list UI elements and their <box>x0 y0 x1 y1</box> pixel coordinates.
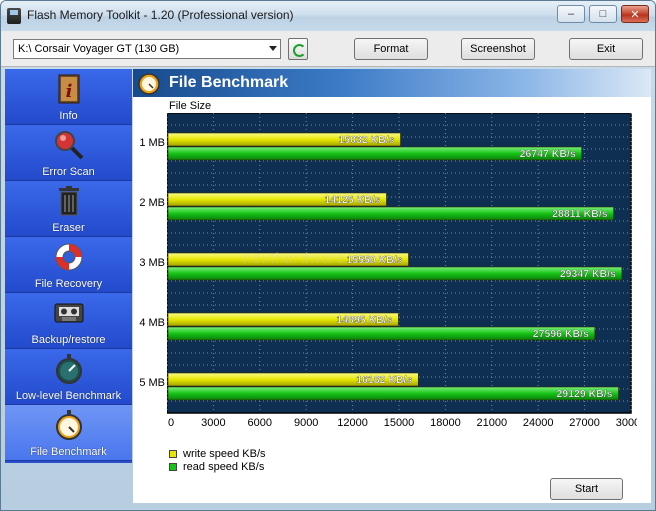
read-speed-label: 29347 KB/s <box>560 268 616 280</box>
sidebar-item-backup-restore[interactable]: Backup/restore <box>5 293 132 349</box>
close-button[interactable]: ✕ <box>621 5 649 23</box>
sidebar-item-label: Low-level Benchmark <box>15 390 122 402</box>
x-tick-label: 15000 <box>384 417 415 429</box>
write-speed-label: 15032 KB/s <box>338 134 394 146</box>
x-tick-label: 24000 <box>523 417 554 429</box>
magnifier-icon <box>55 131 84 160</box>
y-tick-label: 5 MB <box>139 377 165 389</box>
main-panel: File Benchmark File Size 0 3000 6000 9000 12… <box>133 69 651 503</box>
tape-icon <box>54 303 84 323</box>
sidebar-item-label: Info <box>59 110 78 122</box>
sidebar-item-label: File Recovery <box>34 278 103 290</box>
stopwatch-icon <box>56 354 82 384</box>
y-tick-label: 1 MB <box>139 137 165 149</box>
read-speed-label: 26747 KB/s <box>520 148 576 160</box>
y-axis-title: File Size <box>169 100 212 112</box>
read-speed-bar <box>167 206 614 221</box>
minimize-button[interactable]: – <box>557 5 585 23</box>
trash-icon <box>59 186 79 216</box>
read-speed-bar <box>167 326 596 341</box>
watermark-text: nexthardware.com <box>243 250 383 267</box>
sidebar-item-file-benchmark[interactable]: File Benchmark <box>5 405 132 461</box>
legend-swatch-read <box>169 462 177 471</box>
write-speed-label: 16182 KB/s <box>356 374 412 386</box>
svg-text:i: i <box>66 81 73 102</box>
legend-item-write: write speed KB/s <box>169 447 266 460</box>
lifebuoy-icon <box>55 243 83 271</box>
y-tick-label: 2 MB <box>139 197 165 209</box>
app-window: Flash Memory Toolkit - 1.20 (Professiona… <box>0 0 656 511</box>
sidebar-item-label: Error Scan <box>42 166 95 178</box>
sidebar: i Info Error Scan Eraser File Recovery B… <box>5 69 132 463</box>
x-tick-label: 12000 <box>337 417 368 429</box>
x-tick-label: 18000 <box>430 417 461 429</box>
y-tick-label: 4 MB <box>139 317 165 329</box>
write-speed-label: 14895 KB/s <box>336 314 392 326</box>
sidebar-item-info[interactable]: i Info <box>5 69 132 125</box>
drive-select[interactable]: K:\ Corsair Voyager GT (130 GB) <box>13 39 281 59</box>
legend-label-write: write speed KB/s <box>183 447 266 460</box>
x-tick-label: 6000 <box>248 417 272 429</box>
app-icon <box>7 8 21 24</box>
window-title: Flash Memory Toolkit - 1.20 (Professiona… <box>27 8 294 22</box>
sidebar-item-low-level-benchmark[interactable]: Low-level Benchmark <box>5 349 132 405</box>
exit-button[interactable]: Exit <box>569 38 643 60</box>
refresh-button[interactable] <box>288 38 308 60</box>
read-speed-bar <box>167 386 619 401</box>
x-tick-label: 30000 <box>616 417 637 429</box>
sidebar-item-label: Eraser <box>52 222 85 234</box>
y-tick-label: 3 MB <box>139 257 165 269</box>
x-tick-label: 3000 <box>201 417 225 429</box>
start-button[interactable]: Start <box>550 478 623 500</box>
benchmark-chart: 0 3000 6000 9000 12000 15000 18000 21000 24000 27… <box>139 112 646 433</box>
maximize-button[interactable]: □ <box>589 5 617 23</box>
sidebar-item-file-recovery[interactable]: File Recovery <box>5 237 132 293</box>
legend-swatch-write <box>169 449 177 458</box>
sidebar-item-label: Backup/restore <box>31 334 106 346</box>
sidebar-item-error-scan[interactable]: Error Scan <box>5 125 132 181</box>
legend-label-read: read speed KB/s <box>183 460 265 473</box>
page-title: File Benchmark <box>169 74 289 91</box>
panel-header: File Benchmark <box>133 69 651 97</box>
screenshot-button[interactable]: Screenshot <box>461 38 535 60</box>
read-speed-label: 27596 KB/s <box>533 328 589 340</box>
legend-item-read: read speed KB/s <box>169 460 266 473</box>
stopwatch-icon <box>138 73 160 95</box>
info-icon: i <box>58 74 80 104</box>
title-bar[interactable]: Flash Memory Toolkit - 1.20 (Professiona… <box>1 1 655 31</box>
sidebar-item-eraser[interactable]: Eraser <box>5 181 132 237</box>
chart-legend: write speed KB/s read speed KB/s <box>169 447 266 473</box>
chevron-down-icon[interactable] <box>269 46 277 51</box>
x-tick-label: 21000 <box>477 417 508 429</box>
x-tick-label: 9000 <box>294 417 318 429</box>
read-speed-label: 29129 KB/s <box>556 388 612 400</box>
write-speed-label: 14125 KB/s <box>324 194 380 206</box>
read-speed-bar <box>167 266 623 281</box>
toolbar: K:\ Corsair Voyager GT (130 GB) Format S… <box>1 31 655 67</box>
read-speed-label: 28811 KB/s <box>552 208 608 220</box>
format-button[interactable]: Format <box>354 38 428 60</box>
x-tick-label: 27000 <box>569 417 600 429</box>
benchmark-chart-svg: 0 3000 6000 9000 12000 15000 18000 21000 24000 27… <box>166 112 646 429</box>
x-tick-label: 0 <box>168 417 174 429</box>
drive-select-value: K:\ Corsair Voyager GT (130 GB) <box>18 43 180 55</box>
sidebar-item-label: File Benchmark <box>30 446 107 458</box>
stopwatch-icon <box>56 410 82 440</box>
